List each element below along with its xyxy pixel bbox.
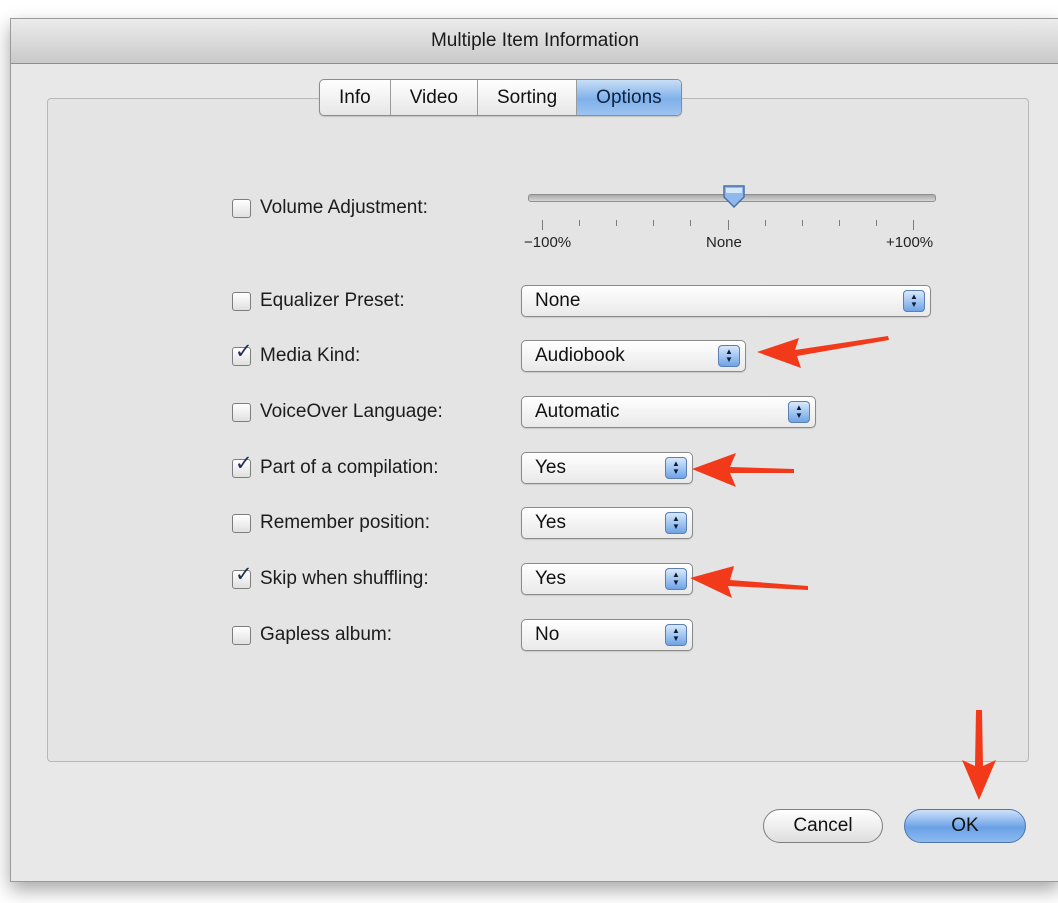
- checkmark-icon: ✓: [235, 450, 253, 475]
- voiceover-label: VoiceOver Language:: [260, 401, 443, 422]
- tab-video[interactable]: Video: [391, 80, 478, 115]
- window-title: Multiple Item Information: [430, 30, 640, 51]
- volume-label: Volume Adjustment:: [260, 197, 428, 218]
- media-kind-popup[interactable]: Audiobook ▲ ▼: [521, 340, 746, 372]
- volume-checkbox[interactable]: [232, 198, 251, 218]
- tab-info[interactable]: Info: [320, 80, 391, 115]
- compilation-checkbox[interactable]: ✓: [232, 452, 253, 478]
- media-kind-value: Audiobook: [535, 345, 625, 366]
- equalizer-value: None: [535, 290, 581, 311]
- checkmark-icon: ✓: [235, 338, 253, 363]
- remember-checkbox[interactable]: [232, 513, 251, 533]
- annotation-arrow-icon: [692, 453, 794, 487]
- tick-mark: [690, 220, 691, 226]
- skip-shuffle-value: Yes: [535, 568, 566, 589]
- tick-mark: [802, 220, 803, 226]
- equalizer-row: Equalizer Preset:: [232, 286, 405, 316]
- tab-options[interactable]: Options: [577, 80, 681, 115]
- tab-sorting[interactable]: Sorting: [478, 80, 578, 115]
- voiceover-checkbox[interactable]: [232, 402, 251, 422]
- media-kind-checkbox[interactable]: ✓: [232, 340, 253, 366]
- compilation-popup[interactable]: Yes ▲ ▼: [521, 452, 693, 484]
- skip-shuffle-row: ✓ Skip when shuffling:: [232, 563, 429, 594]
- remember-label: Remember position:: [260, 512, 431, 533]
- equalizer-checkbox[interactable]: [232, 291, 251, 311]
- skip-shuffle-label: Skip when shuffling:: [260, 568, 429, 589]
- popup-arrows-icon: ▲ ▼: [788, 401, 810, 423]
- compilation-row: ✓ Part of a compilation:: [232, 452, 439, 483]
- ok-button[interactable]: OK: [904, 809, 1026, 843]
- volume-row: Volume Adjustment:: [232, 193, 428, 223]
- volume-min-label: −100%: [524, 234, 572, 251]
- tick-mark: [765, 220, 766, 226]
- tick-mark: [728, 220, 729, 230]
- tick-mark: [839, 220, 840, 226]
- tick-mark: [653, 220, 654, 226]
- volume-ticks: [542, 220, 914, 232]
- media-kind-row: ✓ Media Kind:: [232, 340, 361, 371]
- tick-mark: [542, 220, 543, 230]
- popup-arrows-icon: ▲ ▼: [903, 290, 925, 312]
- gapless-label: Gapless album:: [260, 624, 393, 645]
- remember-value: Yes: [535, 512, 566, 533]
- checkmark-icon: ✓: [235, 561, 253, 586]
- popup-arrows-icon: ▲ ▼: [665, 568, 687, 590]
- tick-mark: [876, 220, 877, 226]
- gapless-row: Gapless album:: [232, 620, 392, 650]
- equalizer-popup[interactable]: None ▲ ▼: [521, 285, 931, 317]
- popup-arrows-icon: ▲ ▼: [665, 457, 687, 479]
- cancel-button[interactable]: Cancel: [763, 809, 883, 843]
- volume-max-label: +100%: [886, 234, 934, 251]
- popup-arrows-icon: ▲ ▼: [665, 624, 687, 646]
- title-bar[interactable]: Multiple Item Information: [11, 19, 1058, 64]
- skip-shuffle-popup[interactable]: Yes ▲ ▼: [521, 563, 693, 595]
- remember-row: Remember position:: [232, 508, 430, 538]
- voiceover-row: VoiceOver Language:: [232, 397, 443, 427]
- tab-bar: Info Video Sorting Options: [319, 79, 682, 116]
- popup-arrows-icon: ▲ ▼: [718, 345, 740, 367]
- annotation-arrow-icon: [690, 566, 808, 598]
- tick-mark: [913, 220, 914, 230]
- tick-mark: [616, 220, 617, 226]
- annotation-arrow-icon: [962, 710, 996, 800]
- compilation-label: Part of a compilation:: [260, 457, 439, 478]
- annotation-arrow-icon: [757, 336, 889, 368]
- popup-arrows-icon: ▲ ▼: [665, 512, 687, 534]
- compilation-value: Yes: [535, 457, 566, 478]
- media-kind-label: Media Kind:: [260, 345, 361, 366]
- remember-popup[interactable]: Yes ▲ ▼: [521, 507, 693, 539]
- gapless-value: No: [535, 624, 560, 645]
- voiceover-popup[interactable]: Automatic ▲ ▼: [521, 396, 816, 428]
- gapless-checkbox[interactable]: [232, 625, 251, 645]
- equalizer-label: Equalizer Preset:: [260, 290, 405, 311]
- volume-mid-label: None: [706, 234, 742, 251]
- tick-mark: [579, 220, 580, 226]
- gapless-popup[interactable]: No ▲ ▼: [521, 619, 693, 651]
- voiceover-value: Automatic: [535, 401, 620, 422]
- volume-slider-knob[interactable]: [721, 183, 747, 209]
- skip-shuffle-checkbox[interactable]: ✓: [232, 563, 253, 589]
